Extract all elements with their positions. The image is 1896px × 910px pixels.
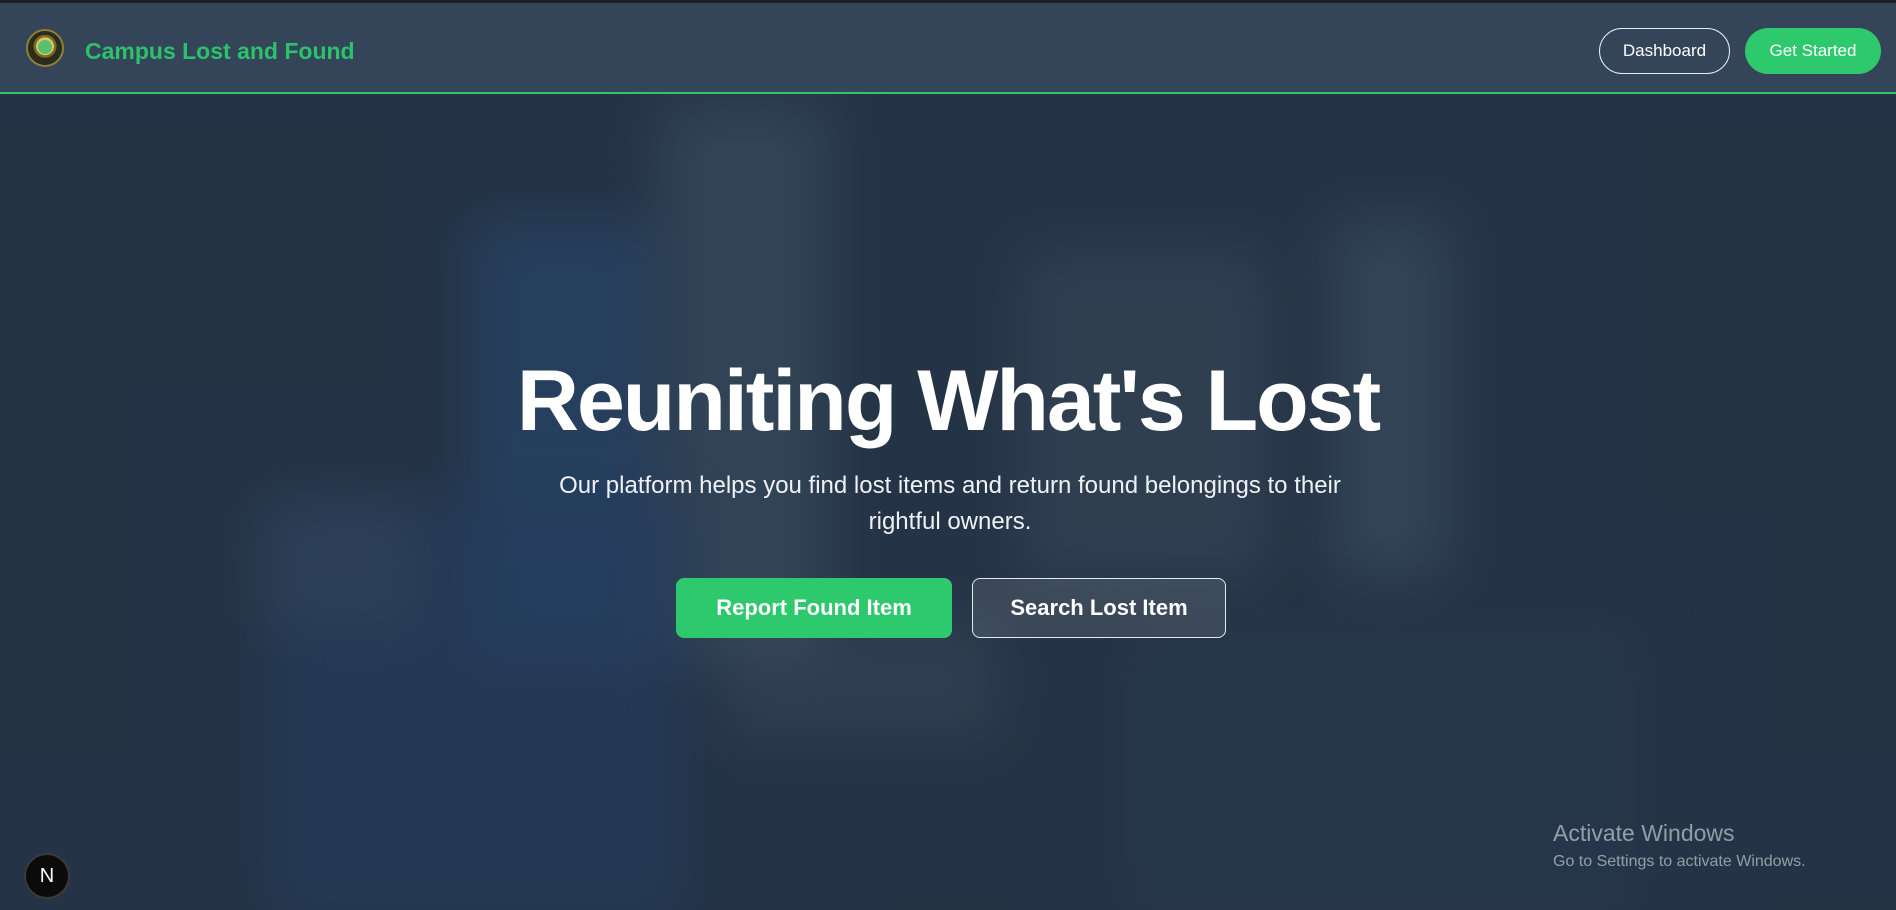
- n-dev-badge-icon[interactable]: N: [24, 853, 70, 899]
- get-started-button[interactable]: Get Started: [1745, 28, 1881, 74]
- top-navbar: Campus Lost and Found Dashboard Get Star…: [0, 0, 1896, 94]
- dashboard-button[interactable]: Dashboard: [1599, 28, 1730, 74]
- watermark-title: Activate Windows: [1553, 820, 1735, 846]
- report-found-item-button[interactable]: Report Found Item: [676, 578, 952, 638]
- hero-subtitle: Our platform helps you find lost items a…: [559, 472, 1341, 535]
- watermark-subtitle: Go to Settings to activate Windows.: [1553, 853, 1806, 870]
- page: Campus Lost and Found Dashboard Get Star…: [0, 0, 1896, 910]
- hero-section: Reuniting What's Lost Our platform helps…: [0, 94, 1896, 910]
- campus-logo-icon[interactable]: [26, 29, 64, 67]
- hero-title: Reuniting What's Lost: [516, 353, 1381, 449]
- search-lost-item-button[interactable]: Search Lost Item: [972, 578, 1226, 638]
- brand-title[interactable]: Campus Lost and Found: [85, 38, 355, 65]
- activate-windows-watermark: Activate Windows Go to Settings to activ…: [1553, 820, 1806, 871]
